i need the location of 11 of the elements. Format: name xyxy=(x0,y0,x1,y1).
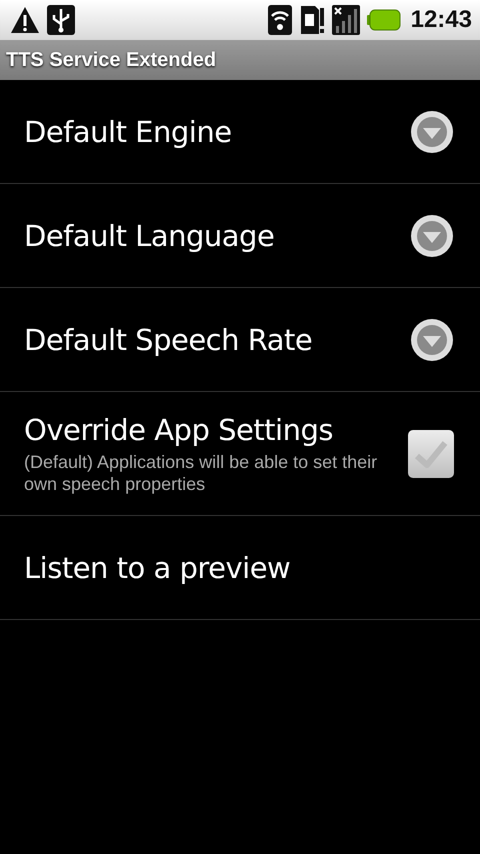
setting-title[interactable]: Default Engine xyxy=(24,114,410,148)
setting-title[interactable]: Default Language xyxy=(24,218,410,252)
clock-time: 12:43 xyxy=(410,6,472,34)
signal-icon xyxy=(330,4,361,36)
usb-icon xyxy=(46,4,76,36)
sim-card-icon xyxy=(298,4,325,36)
app-title: TTS Service Extended xyxy=(6,48,216,72)
setting-title[interactable]: Default Speech Rate xyxy=(24,322,410,356)
wifi-icon xyxy=(266,4,293,36)
setting-title[interactable]: Listen to a preview xyxy=(24,550,454,584)
setting-summary: (Default) Applications will be able to set their own speech properties xyxy=(24,450,378,494)
